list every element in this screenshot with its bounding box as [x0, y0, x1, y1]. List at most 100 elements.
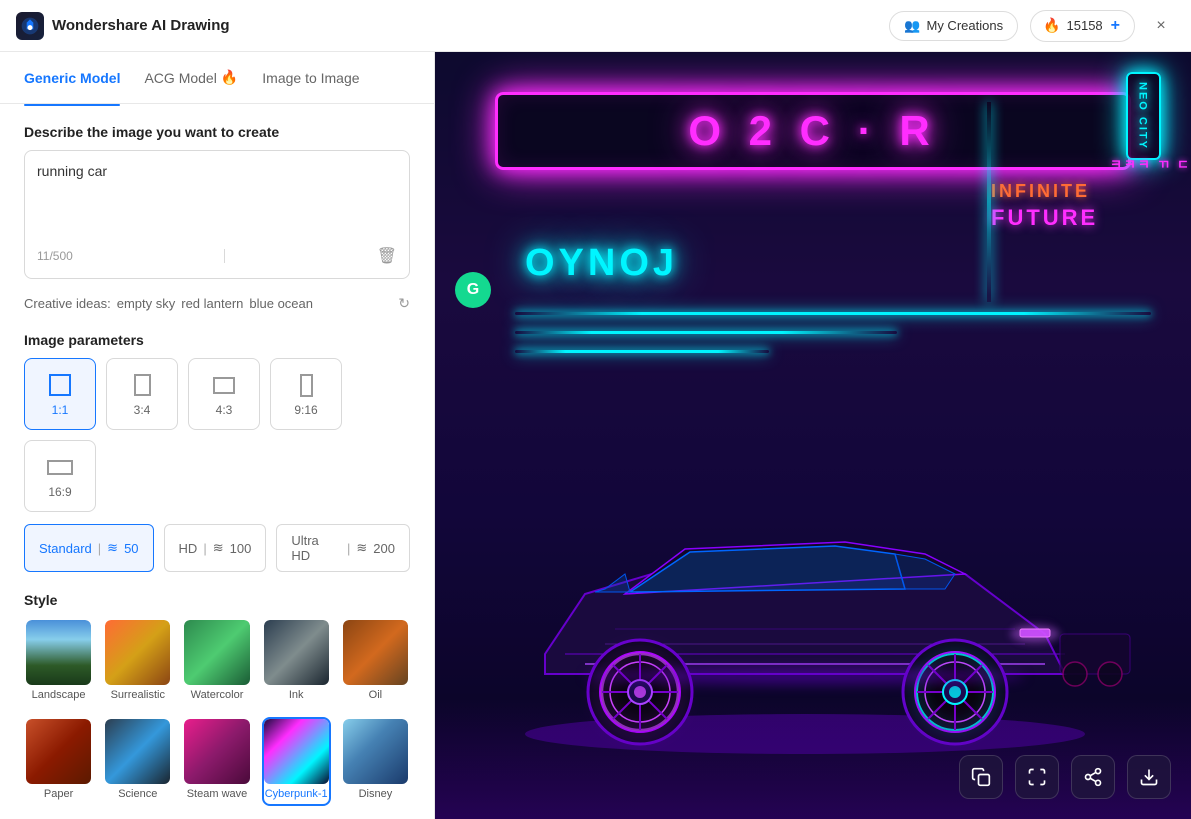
style-landscape-img	[26, 620, 91, 685]
tabs-bar: Generic Model ACG Model 🔥 Image to Image	[0, 52, 434, 104]
quality-divider-1: |	[203, 541, 206, 556]
style-paper-img	[26, 719, 91, 784]
panel-content: Describe the image you want to create ru…	[0, 104, 434, 819]
download-action-button[interactable]	[1127, 755, 1171, 799]
ratio-16-9-icon	[46, 453, 74, 481]
idea-tag-1[interactable]: red lantern	[181, 296, 243, 311]
ratio-1-1-label: 1:1	[52, 403, 69, 417]
ratio-9-16-icon	[292, 371, 320, 399]
right-panel: O 2 C · R NEO CITY OYNOJ ㅋㅋㅋ ㄲ ㄷ INFINIT…	[435, 52, 1191, 819]
ratio-3-4-label: 3:4	[134, 403, 151, 417]
points-icon: 🔥	[1043, 17, 1060, 34]
neon-sign-side: NEO CITY	[1126, 72, 1161, 160]
tab-acg-model[interactable]: ACG Model 🔥	[144, 65, 238, 90]
params-section-label: Image parameters	[24, 332, 410, 348]
style-steamwave-label: Steam wave	[187, 788, 248, 804]
refresh-ideas-button[interactable]: ↻	[398, 295, 410, 312]
my-creations-label: My Creations	[926, 18, 1003, 33]
vertical-neon-line	[987, 102, 991, 302]
style-disney-img	[343, 719, 408, 784]
style-paper[interactable]: Paper	[24, 717, 93, 806]
ratio-9-16-label: 9:16	[294, 403, 317, 417]
style-science[interactable]: Science	[103, 717, 172, 806]
points-value: 15158	[1067, 18, 1103, 33]
idea-tag-2[interactable]: blue ocean	[249, 296, 313, 311]
quality-ultrahd-button[interactable]: Ultra HD | ≋ 200	[276, 524, 410, 572]
app-logo	[16, 12, 44, 40]
prompt-textarea[interactable]: running car	[37, 163, 397, 233]
image-parameters-section: Image parameters 1:1 3:4	[24, 332, 410, 572]
style-ink[interactable]: Ink	[262, 618, 331, 707]
style-oil-label: Oil	[369, 689, 382, 705]
style-grid: Landscape Surrealistic Watercolor Ink	[24, 618, 410, 806]
style-watercolor[interactable]: Watercolor	[182, 618, 251, 707]
quality-ultrahd-label: Ultra HD	[291, 533, 341, 563]
quality-standard-value: 50	[124, 541, 138, 556]
ratio-3-4-button[interactable]: 3:4	[106, 358, 178, 430]
quality-standard-button[interactable]: Standard | ≋ 50	[24, 524, 154, 572]
style-science-img	[105, 719, 170, 784]
app-title: Wondershare AI Drawing	[52, 17, 230, 34]
style-section: Style Landscape Surrealistic Watercolor	[24, 592, 410, 806]
style-cyberpunk1[interactable]: Cyberpunk-1	[262, 717, 331, 806]
add-points-button[interactable]: +	[1109, 17, 1122, 35]
right-sign-2: INFINITE	[991, 178, 1191, 205]
style-surrealistic-label: Surrealistic	[111, 689, 165, 705]
divider	[224, 249, 225, 263]
share-action-button[interactable]	[1071, 755, 1115, 799]
titlebar: Wondershare AI Drawing 👥 My Creations 🔥 …	[0, 0, 1191, 52]
quality-standard-icon: ≋	[107, 540, 118, 556]
fire-icon: 🔥	[221, 69, 238, 86]
char-count: 11/500	[37, 249, 73, 263]
right-side-signs: ㅋㅋㅋ ㄲ ㄷ INFINITE FUTURE	[991, 152, 1191, 231]
ratio-grid: 1:1 3:4 4:3	[24, 358, 410, 512]
style-cyberpunk1-img	[264, 719, 329, 784]
delete-prompt-button[interactable]: 🗑	[377, 246, 397, 266]
style-science-label: Science	[118, 788, 157, 804]
style-ink-label: Ink	[289, 689, 304, 705]
my-creations-icon: 👥	[904, 18, 920, 34]
ratio-1-1-icon	[46, 371, 74, 399]
my-creations-button[interactable]: 👥 My Creations	[889, 11, 1018, 41]
ratio-4-3-button[interactable]: 4:3	[188, 358, 260, 430]
ratio-16-9-label: 16:9	[48, 485, 71, 499]
style-landscape[interactable]: Landscape	[24, 618, 93, 707]
quality-ultrahd-icon: ≋	[356, 540, 367, 556]
expand-action-button[interactable]	[1015, 755, 1059, 799]
quality-hd-value: 100	[230, 541, 252, 556]
quality-standard-label: Standard	[39, 541, 92, 556]
tab-image-to-image[interactable]: Image to Image	[262, 66, 359, 90]
right-sign-1: ㅋㅋㅋ ㄲ ㄷ	[991, 152, 1191, 178]
style-watercolor-img	[184, 620, 249, 685]
copy-action-button[interactable]	[959, 755, 1003, 799]
style-steamwave-img	[184, 719, 249, 784]
points-badge: 🔥 15158 +	[1030, 10, 1135, 42]
style-disney[interactable]: Disney	[341, 717, 410, 806]
prompt-section: Describe the image you want to create ru…	[24, 124, 410, 279]
ratio-3-4-icon	[128, 371, 156, 399]
quality-hd-label: HD	[179, 541, 198, 556]
quality-hd-button[interactable]: HD | ≋ 100	[164, 524, 267, 572]
main-content: Generic Model ACG Model 🔥 Image to Image…	[0, 52, 1191, 819]
style-oil[interactable]: Oil	[341, 618, 410, 707]
idea-tag-0[interactable]: empty sky	[117, 296, 176, 311]
style-disney-label: Disney	[359, 788, 393, 804]
style-paper-label: Paper	[44, 788, 73, 804]
titlebar-right: 👥 My Creations 🔥 15158 + ×	[889, 10, 1175, 42]
left-panel: Generic Model ACG Model 🔥 Image to Image…	[0, 52, 435, 819]
style-surrealistic[interactable]: Surrealistic	[103, 618, 172, 707]
ratio-1-1-button[interactable]: 1:1	[24, 358, 96, 430]
style-steamwave[interactable]: Steam wave	[182, 717, 251, 806]
prompt-footer: 11/500 🗑	[37, 246, 397, 266]
neon-side-text: NEO CITY	[1134, 82, 1149, 150]
tab-generic-model[interactable]: Generic Model	[24, 66, 120, 90]
style-surrealistic-img	[105, 620, 170, 685]
ratio-9-16-button[interactable]: 9:16	[270, 358, 342, 430]
ratio-16-9-button[interactable]: 16:9	[24, 440, 96, 512]
style-watercolor-label: Watercolor	[191, 689, 244, 705]
neon-line-1	[515, 312, 1151, 315]
quality-buttons: Standard | ≋ 50 HD | ≋ 100 Ultra HD |	[24, 524, 410, 572]
style-oil-img	[343, 620, 408, 685]
neon-line-2	[515, 331, 897, 334]
close-button[interactable]: ×	[1147, 12, 1175, 40]
